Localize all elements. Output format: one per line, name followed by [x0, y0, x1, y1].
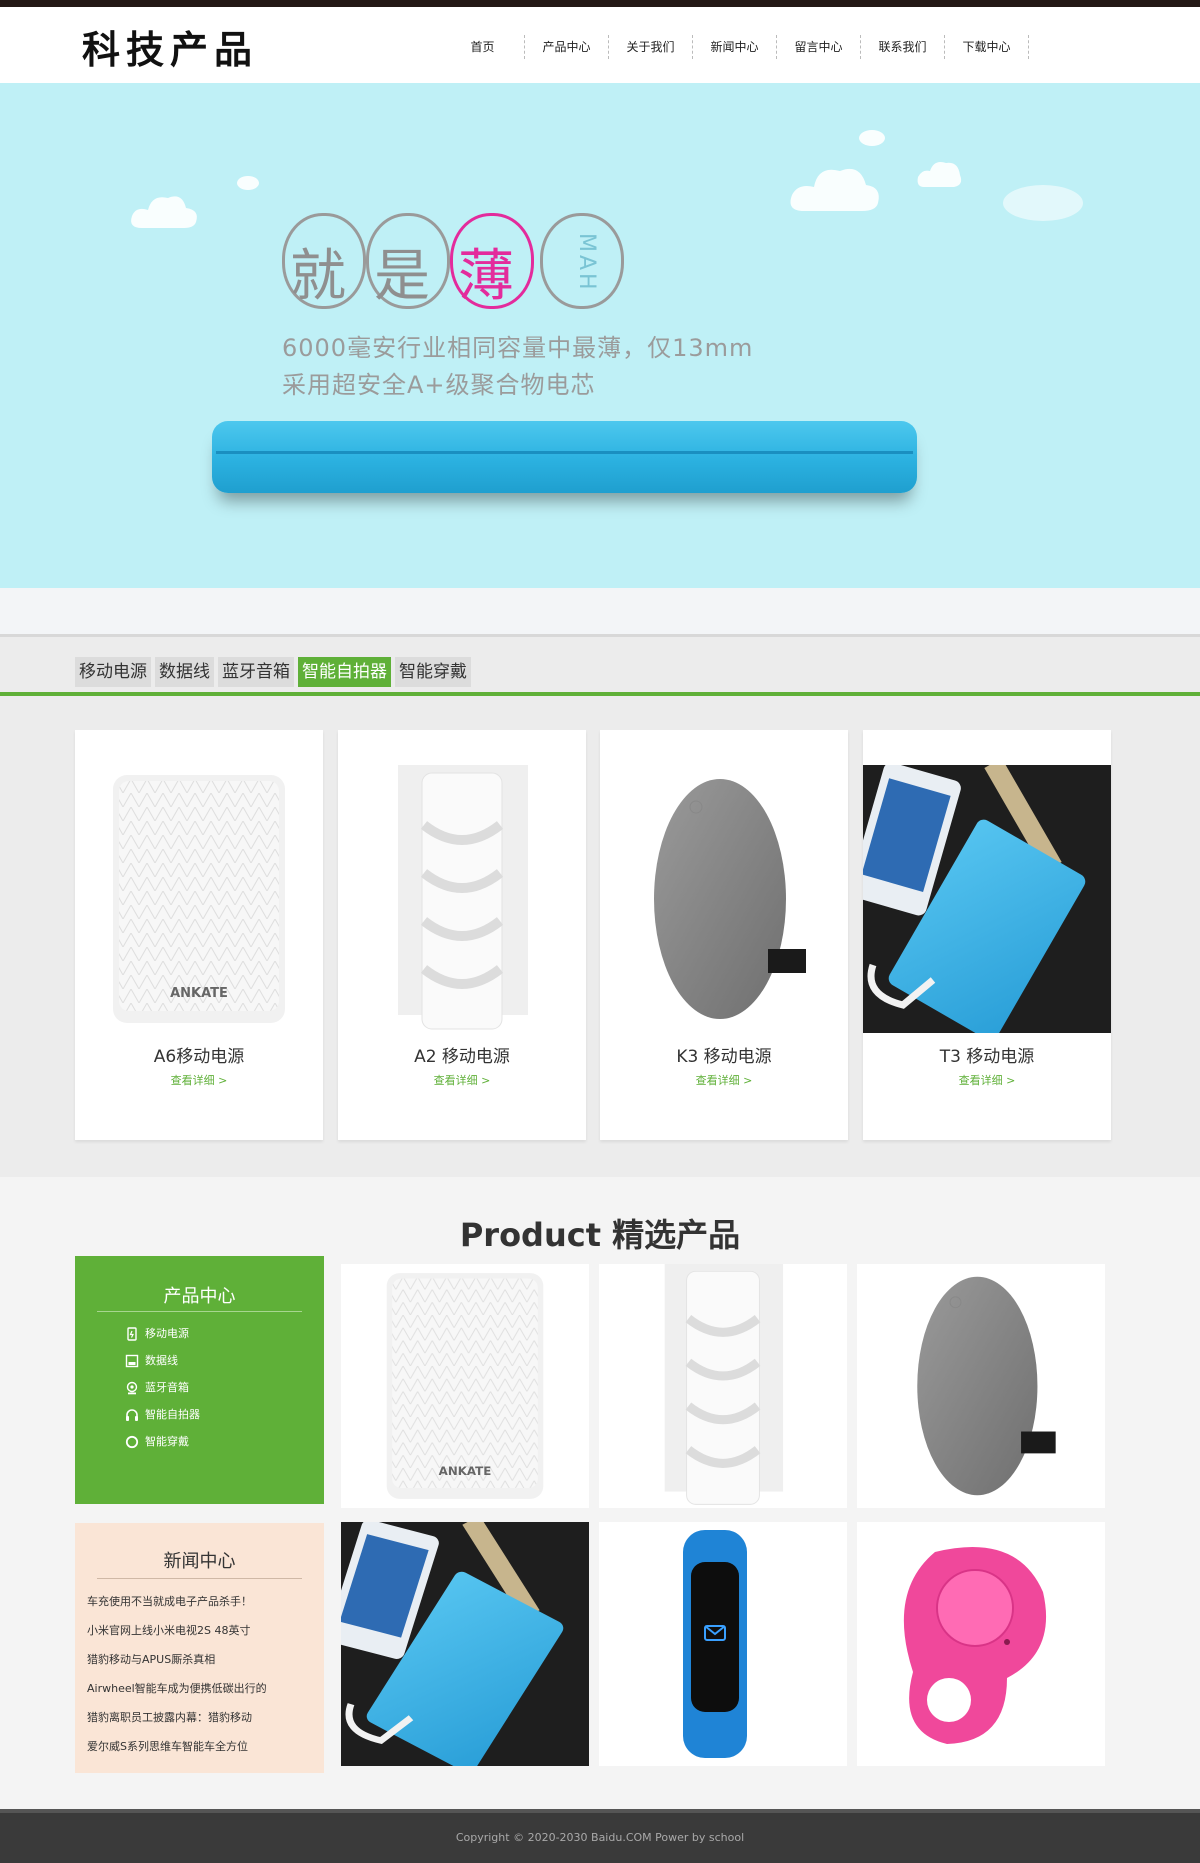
banner-char-bao: 薄 [458, 244, 514, 309]
nav-messages[interactable]: 留言中心 [777, 35, 861, 59]
featured-product[interactable] [857, 1264, 1105, 1508]
view-details-link[interactable]: 查看详细 > [863, 1072, 1111, 1088]
featured-product[interactable] [341, 1264, 589, 1508]
product-image[interactable] [338, 765, 586, 1033]
product-card[interactable]: T3 移动电源 查看详细 > [863, 730, 1111, 1140]
product-center-item[interactable]: 智能自拍器 [125, 1401, 324, 1428]
product-center-panel: 产品中心 移动电源 数据线 蓝牙音箱 智能自拍器 智能穿戴 [75, 1256, 324, 1504]
spacer-band [0, 588, 1200, 634]
cloud-icon [131, 196, 197, 228]
tab-power-bank[interactable]: 移动电源 [75, 657, 151, 687]
nav-products[interactable]: 产品中心 [525, 35, 609, 59]
banner-powerbank-image [212, 421, 917, 493]
tab-wearables[interactable]: 智能穿戴 [395, 657, 471, 687]
product-image[interactable] [599, 1522, 847, 1766]
featured-product[interactable] [599, 1522, 847, 1766]
product-card[interactable]: K3 移动电源 查看详细 > [600, 730, 848, 1140]
main-nav: 首页 产品中心 关于我们 新闻中心 留言中心 联系我们 下载中心 [441, 35, 1029, 59]
battery-icon [127, 1326, 137, 1341]
nav-contact[interactable]: 联系我们 [861, 35, 945, 59]
nav-news[interactable]: 新闻中心 [693, 35, 777, 59]
product-image[interactable] [857, 1522, 1105, 1766]
product-image[interactable] [863, 765, 1111, 1033]
top-strip [0, 0, 1200, 7]
copyright-text: Copyright © 2020-2030 Baidu.COM Power by… [455, 1831, 745, 1844]
banner-line-2: 采用超安全A+级聚合物电芯 [282, 371, 596, 399]
product-center-label: 移动电源 [145, 1327, 189, 1340]
nav-download[interactable]: 下载中心 [945, 35, 1029, 59]
cable-icon [125, 1354, 139, 1367]
product-card[interactable]: A6移动电源 查看详细 > [75, 730, 323, 1140]
product-image[interactable] [341, 1264, 589, 1508]
category-tabs: 移动电源 数据线 蓝牙音箱 智能自拍器 智能穿戴 [75, 657, 475, 687]
tab-bluetooth-speaker[interactable]: 蓝牙音箱 [218, 657, 294, 687]
speaker-icon [126, 1381, 138, 1394]
product-center-list: 移动电源 数据线 蓝牙音箱 智能自拍器 智能穿戴 [75, 1312, 324, 1455]
cloud-icon [790, 168, 879, 211]
banner-unit: MAH [574, 233, 599, 293]
featured-product[interactable] [599, 1264, 847, 1508]
site-footer: Copyright © 2020-2030 Baidu.COM Power by… [0, 1809, 1200, 1863]
nav-home[interactable]: 首页 [441, 35, 525, 59]
hero-banner[interactable]: 就 是 薄 MAH 6000毫安行业相同容量中最薄，仅13mm 采用超安全A+级… [0, 83, 1200, 588]
cloud-icon [237, 176, 259, 190]
product-name[interactable]: K3 移动电源 [600, 1042, 848, 1067]
headphones-icon [126, 1408, 138, 1421]
banner-char-shi: 是 [374, 244, 430, 309]
news-center-panel: 新闻中心 车充使用不当就成电子产品杀手！ 小米官网上线小米电视2S 48英寸 猎… [75, 1523, 324, 1773]
news-center-title[interactable]: 新闻中心 [97, 1523, 302, 1579]
cloud-icon [859, 130, 885, 146]
product-center-label: 智能自拍器 [145, 1408, 200, 1421]
view-details-link[interactable]: 查看详细 > [338, 1072, 586, 1088]
product-name[interactable]: A2 移动电源 [338, 1042, 586, 1067]
news-item[interactable]: 爱尔威S系列思维车智能车全方位 [87, 1732, 324, 1761]
featured-product[interactable] [857, 1522, 1105, 1766]
product-center-item[interactable]: 智能穿戴 [125, 1428, 324, 1455]
news-item[interactable]: Airwheel智能车成为便携低碳出行的 [87, 1674, 324, 1703]
product-image[interactable] [600, 765, 848, 1033]
product-center-label: 智能穿戴 [145, 1435, 189, 1448]
product-center-item[interactable]: 蓝牙音箱 [125, 1374, 324, 1401]
news-item[interactable]: 猎豹移动与APUS厮杀真相 [87, 1645, 324, 1674]
product-image[interactable] [857, 1264, 1105, 1508]
news-item[interactable]: 小米官网上线小米电视2S 48英寸 [87, 1616, 324, 1645]
banner-char-jiu: 就 [290, 244, 346, 309]
ring-icon [125, 1435, 139, 1448]
tabs-underline [0, 692, 1200, 696]
news-item[interactable]: 车充使用不当就成电子产品杀手！ [87, 1587, 324, 1616]
tab-selfie-stick[interactable]: 智能自拍器 [298, 657, 391, 687]
view-details-link[interactable]: 查看详细 > [600, 1072, 848, 1088]
featured-title: Product 精选产品 [459, 1216, 741, 1254]
product-image[interactable] [341, 1522, 589, 1766]
product-name[interactable]: A6移动电源 [75, 1042, 323, 1067]
product-center-label: 蓝牙音箱 [145, 1381, 189, 1394]
product-image[interactable] [75, 765, 323, 1033]
product-center-item[interactable]: 数据线 [125, 1347, 324, 1374]
nav-about[interactable]: 关于我们 [609, 35, 693, 59]
product-card[interactable]: A2 移动电源 查看详细 > [338, 730, 586, 1140]
news-list: 车充使用不当就成电子产品杀手！ 小米官网上线小米电视2S 48英寸 猎豹移动与A… [75, 1579, 324, 1761]
product-center-title[interactable]: 产品中心 [97, 1256, 302, 1312]
news-item[interactable]: 猎豹离职员工披露内幕：猎豹移动 [87, 1703, 324, 1732]
product-center-item[interactable]: 移动电源 [125, 1320, 324, 1347]
product-tabs-section: 移动电源 数据线 蓝牙音箱 智能自拍器 智能穿戴 A6移动电源 查看详细 > A… [0, 634, 1200, 1177]
product-center-label: 数据线 [145, 1354, 178, 1367]
tab-data-cable[interactable]: 数据线 [155, 657, 214, 687]
site-header: 科技产品 首页 产品中心 关于我们 新闻中心 留言中心 联系我们 下载中心 [0, 7, 1200, 83]
cloud-icon [1003, 185, 1083, 221]
site-logo[interactable]: 科技产品 [82, 19, 258, 74]
banner-line-1: 6000毫安行业相同容量中最薄，仅13mm [282, 334, 754, 362]
product-name[interactable]: T3 移动电源 [863, 1042, 1111, 1067]
view-details-link[interactable]: 查看详细 > [75, 1072, 323, 1088]
featured-product[interactable] [341, 1522, 589, 1766]
cloud-icon [917, 162, 962, 187]
product-image[interactable] [599, 1264, 847, 1508]
